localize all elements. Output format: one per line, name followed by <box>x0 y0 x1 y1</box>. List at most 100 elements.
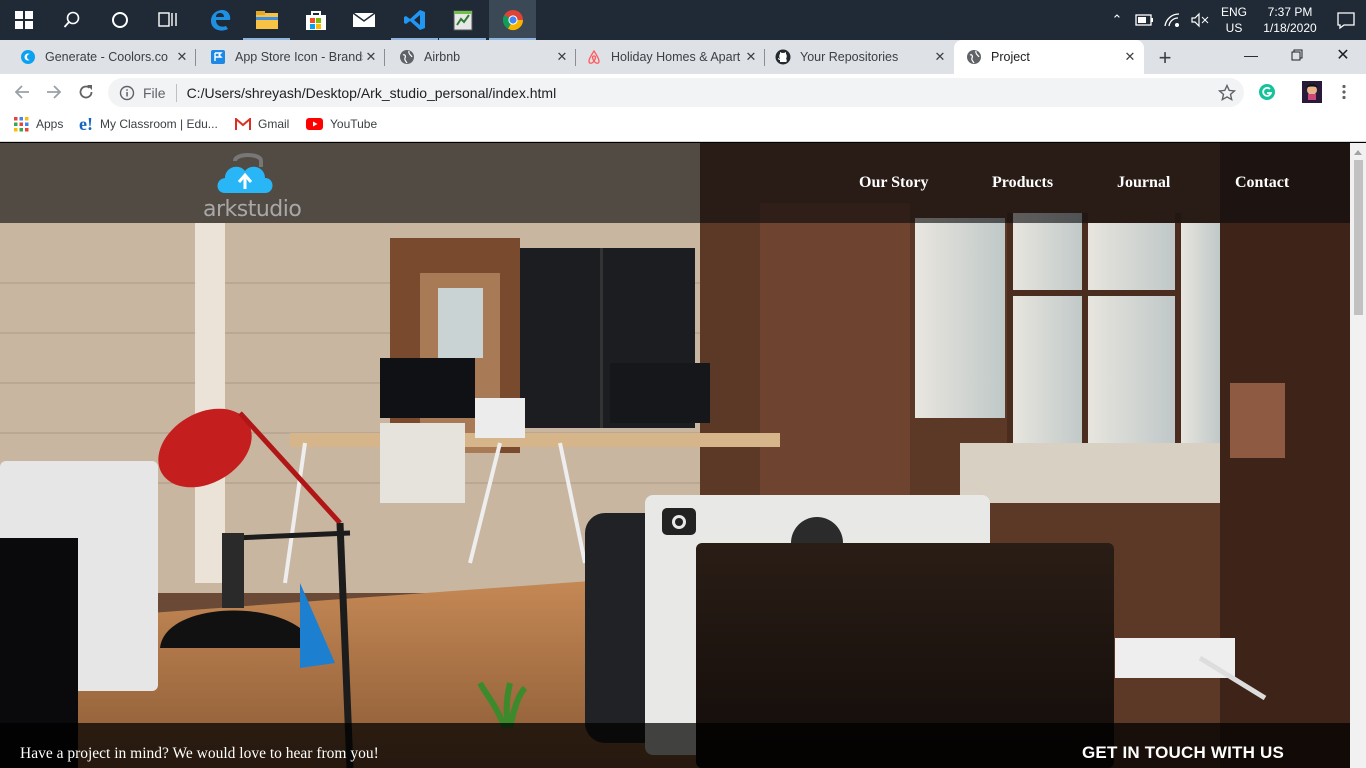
tab-title: Airbnb <box>424 50 461 64</box>
apps-grid-icon <box>14 116 29 132</box>
flag-icon <box>210 49 226 65</box>
search-button[interactable] <box>48 0 95 40</box>
restore-icon <box>1291 49 1303 61</box>
tab-title: Generate - Coolors.co <box>45 50 168 64</box>
address-bar[interactable]: File C:/Users/shreyash/Desktop/Ark_studi… <box>108 78 1244 107</box>
reload-button[interactable] <box>72 78 100 106</box>
chrome-button[interactable] <box>489 0 536 40</box>
new-tab-button[interactable]: + <box>1152 45 1178 71</box>
arrow-right-icon <box>47 85 62 99</box>
gmail-icon <box>235 118 251 130</box>
profile-avatar[interactable] <box>1298 78 1326 106</box>
tab-title: Holiday Homes & Apart <box>611 50 741 64</box>
notification-center-icon[interactable] <box>1326 10 1366 30</box>
file-explorer-button[interactable] <box>243 0 290 40</box>
nav-journal[interactable]: Journal <box>1117 174 1170 192</box>
edureka-icon: e! <box>79 113 93 134</box>
folder-icon <box>255 11 278 29</box>
close-window-button[interactable]: ✕ <box>1320 40 1366 70</box>
chrome-menu-button[interactable] <box>1330 78 1358 106</box>
close-icon[interactable]: ✕ <box>554 49 570 65</box>
windows-logo-icon <box>14 11 33 29</box>
task-view-icon <box>157 12 177 27</box>
youtube-icon <box>306 118 323 130</box>
minimize-button[interactable]: — <box>1228 40 1274 70</box>
wifi-icon[interactable] <box>1162 12 1184 28</box>
tab-app-store-icon[interactable]: App Store Icon - Brands ✕ <box>196 40 385 74</box>
arkstudio-logo[interactable]: arkstudio <box>203 153 302 223</box>
bookmark-label: YouTube <box>330 117 378 131</box>
bookmark-gmail[interactable]: Gmail <box>235 110 289 138</box>
notepad-icon <box>453 10 472 31</box>
browser-tab-strip: Generate - Coolors.co ✕ App Store Icon -… <box>0 40 1366 74</box>
minimize-icon: — <box>1244 47 1258 63</box>
page-scrollbar[interactable] <box>1350 143 1366 768</box>
cloud-upload-icon <box>217 153 273 193</box>
github-icon <box>775 49 791 65</box>
hero-office-image <box>0 143 1350 768</box>
tab-title: App Store Icon - Brands <box>235 50 363 64</box>
forward-button[interactable] <box>40 78 68 106</box>
speaker-muted-icon[interactable] <box>1190 12 1212 28</box>
tab-coolors[interactable]: Generate - Coolors.co ✕ <box>0 40 196 74</box>
page-viewport: arkstudio Our Story Products Journal Con… <box>0 143 1350 768</box>
region-code: US <box>1225 21 1243 35</box>
notepad-app-button[interactable] <box>439 0 486 40</box>
windows-taskbar: ⌃ ENG US 7:37 PM 1/18/2020 <box>0 0 1366 40</box>
url-text: C:/Users/shreyash/Desktop/Ark_studio_per… <box>186 84 557 101</box>
scrollbar-thumb[interactable] <box>1354 160 1363 315</box>
arrow-left-icon <box>14 85 29 99</box>
tab-airbnb[interactable]: Airbnb ✕ <box>385 40 576 74</box>
close-icon[interactable]: ✕ <box>743 49 759 65</box>
close-icon[interactable]: ✕ <box>932 49 948 65</box>
vscode-button[interactable] <box>391 0 438 40</box>
scroll-up-arrow-icon[interactable] <box>1350 145 1366 159</box>
edge-icon <box>210 10 230 31</box>
grammarly-extension[interactable] <box>1253 78 1281 106</box>
browser-toolbar: File C:/Users/shreyash/Desktop/Ark_studi… <box>0 74 1366 110</box>
battery-icon[interactable] <box>1134 12 1156 28</box>
tab-project[interactable]: Project ✕ <box>954 40 1144 74</box>
avatar-icon <box>1302 81 1322 103</box>
contact-banner: Have a project in mind? We would love to… <box>0 723 1350 768</box>
back-button[interactable] <box>8 78 36 106</box>
nav-contact[interactable]: Contact <box>1235 174 1289 192</box>
close-icon[interactable]: ✕ <box>1122 49 1138 65</box>
bookmark-youtube[interactable]: YouTube <box>306 110 377 138</box>
more-vertical-icon <box>1342 84 1346 100</box>
info-icon[interactable] <box>119 85 135 101</box>
get-in-touch-button[interactable]: GET IN TOUCH WITH US <box>1082 743 1284 763</box>
task-view-button[interactable] <box>144 0 191 40</box>
chrome-icon <box>502 10 523 31</box>
vscode-icon <box>403 10 425 30</box>
logo-wordmark: arkstudio <box>203 197 302 222</box>
globe-icon <box>399 49 415 65</box>
clock-date: 1/18/2020 <box>1263 21 1317 35</box>
store-button[interactable] <box>292 0 339 40</box>
bookmark-apps[interactable]: Apps <box>14 110 63 138</box>
star-bookmark-icon[interactable] <box>1218 83 1236 102</box>
tab-holiday-homes[interactable]: Holiday Homes & Apart ✕ <box>576 40 765 74</box>
clock[interactable]: 7:37 PM 1/18/2020 <box>1258 4 1322 36</box>
search-icon <box>63 11 79 28</box>
start-button[interactable] <box>0 0 47 40</box>
language-code: ENG <box>1220 5 1247 19</box>
close-icon[interactable]: ✕ <box>363 49 379 65</box>
tab-title: Your Repositories <box>800 50 899 64</box>
system-tray: ⌃ ENG US 7:37 PM 1/18/2020 <box>1104 0 1366 40</box>
bookmarks-bar: Apps e! My Classroom | Edu... Gmail YouT… <box>0 110 1366 142</box>
restore-button[interactable] <box>1274 40 1320 70</box>
edge-button[interactable] <box>196 0 243 40</box>
tab-github[interactable]: Your Repositories ✕ <box>765 40 954 74</box>
bookmark-my-classroom[interactable]: e! My Classroom | Edu... <box>79 110 218 138</box>
nav-our-story[interactable]: Our Story <box>859 174 928 192</box>
cortana-button[interactable] <box>96 0 143 40</box>
clock-time: 7:37 PM <box>1267 5 1313 19</box>
chevron-up-icon[interactable]: ⌃ <box>1104 12 1130 28</box>
language-indicator[interactable]: ENG US <box>1216 4 1252 36</box>
tab-title: Project <box>991 50 1030 64</box>
close-icon[interactable]: ✕ <box>174 49 190 65</box>
nav-products[interactable]: Products <box>992 174 1053 192</box>
mail-button[interactable] <box>340 0 387 40</box>
site-header: arkstudio Our Story Products Journal Con… <box>0 143 1350 223</box>
